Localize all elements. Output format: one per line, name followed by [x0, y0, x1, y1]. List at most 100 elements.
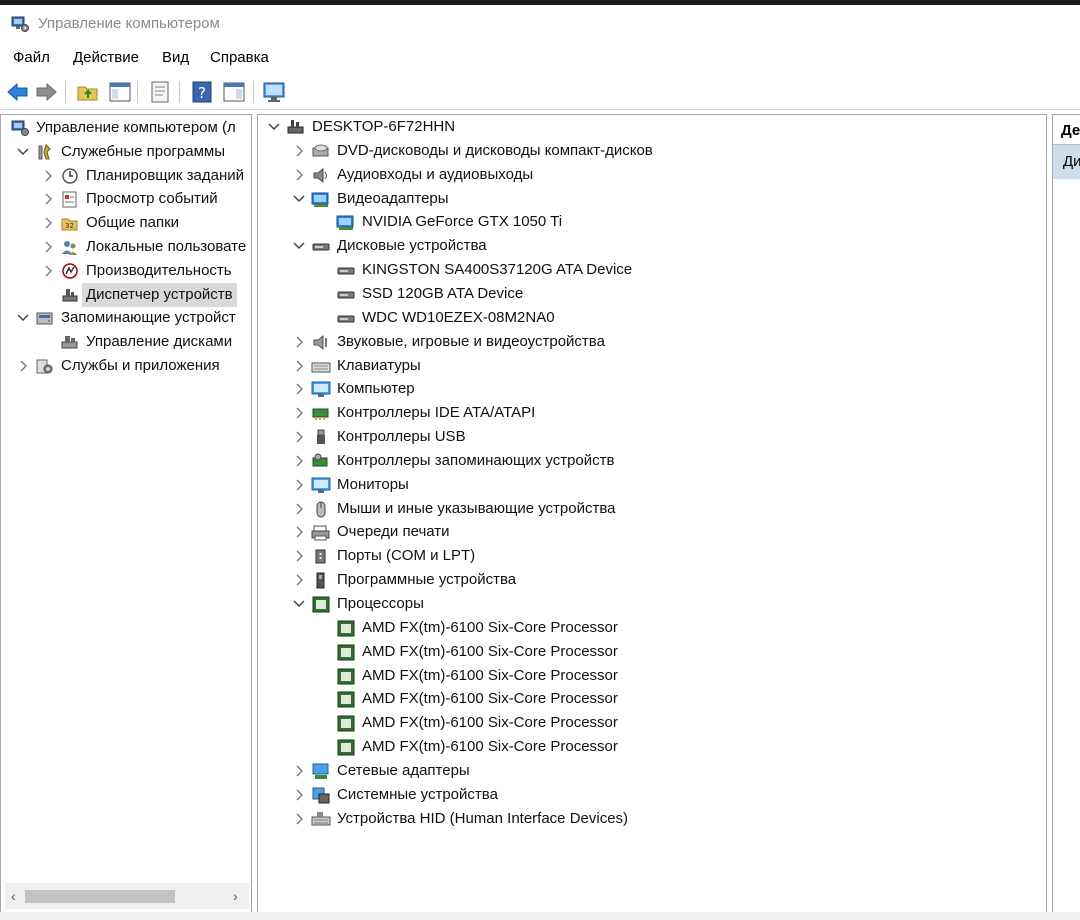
- device-manager-pane: DESKTOP-6F72HHN DVD-дисководы и дисководы…: [257, 114, 1047, 914]
- tree-item-label: KINGSTON SA400S37120G ATA Device: [362, 261, 633, 279]
- chevron-down-icon[interactable]: [292, 187, 306, 211]
- device-tree-item[interactable]: Мыши и иные указывающие устройства: [258, 497, 1046, 521]
- device-tree-item[interactable]: KINGSTON SA400S37120G ATA Device: [258, 258, 1046, 282]
- device-tree-item[interactable]: Системные устройства: [258, 783, 1046, 807]
- chevron-right-icon[interactable]: [292, 425, 306, 449]
- chevron-right-icon[interactable]: [292, 568, 306, 592]
- chevron-right-icon[interactable]: [41, 259, 55, 283]
- chevron-right-icon[interactable]: [292, 377, 306, 401]
- processor-icon: [336, 643, 356, 661]
- chevron-right-icon[interactable]: [292, 807, 306, 831]
- console-tree-item[interactable]: Управление дисками: [1, 330, 251, 354]
- device-tree-item[interactable]: WDC WD10EZEX-08M2NA0: [258, 306, 1046, 330]
- chevron-right-icon[interactable]: [41, 164, 55, 188]
- device-tree-item[interactable]: Звуковые, игровые и видеоустройства: [258, 330, 1046, 354]
- chevron-down-icon[interactable]: [16, 140, 30, 164]
- up-folder-icon[interactable]: [75, 79, 101, 105]
- device-tree-item[interactable]: Порты (COM и LPT): [258, 544, 1046, 568]
- scrollbar-thumb[interactable]: [25, 890, 175, 903]
- device-tree-item[interactable]: Сетевые адаптеры: [258, 759, 1046, 783]
- device-tree-item[interactable]: DVD-дисководы и дисководы компакт-дисков: [258, 139, 1046, 163]
- chevron-right-icon[interactable]: [292, 520, 306, 544]
- computer-mgmt-icon: [10, 119, 30, 137]
- console-tree-item[interactable]: Служебные программы: [1, 140, 251, 164]
- device-tree-item[interactable]: DESKTOP-6F72HHN: [258, 115, 1046, 139]
- device-tree-item[interactable]: AMD FX(tm)-6100 Six-Core Processor: [258, 640, 1046, 664]
- chevron-down-icon[interactable]: [16, 306, 30, 330]
- device-tree-item[interactable]: Процессоры: [258, 592, 1046, 616]
- device-tree-item[interactable]: AMD FX(tm)-6100 Six-Core Processor: [258, 664, 1046, 688]
- scroll-left-icon[interactable]: ‹: [11, 888, 16, 904]
- chevron-right-icon[interactable]: [292, 473, 306, 497]
- computer-tree-icon: [286, 118, 306, 136]
- device-tree-item[interactable]: Контроллеры USB: [258, 425, 1046, 449]
- menu-view[interactable]: Вид: [162, 49, 189, 66]
- chevron-right-icon[interactable]: [292, 401, 306, 425]
- console-tree-item[interactable]: Запоминающие устройст: [1, 306, 251, 330]
- device-tree-item[interactable]: AMD FX(tm)-6100 Six-Core Processor: [258, 687, 1046, 711]
- console-tree-item[interactable]: Службы и приложения: [1, 354, 251, 378]
- chevron-right-icon[interactable]: [292, 783, 306, 807]
- chevron-right-icon[interactable]: [16, 354, 30, 378]
- device-tree-item[interactable]: Контроллеры IDE ATA/ATAPI: [258, 401, 1046, 425]
- mouse-icon: [311, 500, 331, 518]
- device-tree-item[interactable]: Устройства HID (Human Interface Devices): [258, 807, 1046, 831]
- actions-item[interactable]: Ди: [1053, 145, 1080, 179]
- scroll-right-icon[interactable]: ›: [233, 888, 238, 904]
- device-tree-item[interactable]: AMD FX(tm)-6100 Six-Core Processor: [258, 711, 1046, 735]
- chevron-down-icon[interactable]: [267, 115, 281, 139]
- chevron-right-icon[interactable]: [292, 544, 306, 568]
- disk-drive-icon: [311, 237, 331, 255]
- device-tree-item[interactable]: Клавиатуры: [258, 354, 1046, 378]
- device-tree-item[interactable]: SSD 120GB ATA Device: [258, 282, 1046, 306]
- console-tree-item[interactable]: Производительность: [1, 259, 251, 283]
- display-adapter-icon: [336, 213, 356, 231]
- chevron-right-icon[interactable]: [41, 211, 55, 235]
- tree-item-label: DVD-дисководы и дисководы компакт-дисков: [337, 141, 653, 159]
- device-tree-item[interactable]: Дисковые устройства: [258, 234, 1046, 258]
- device-tree-item[interactable]: Компьютер: [258, 377, 1046, 401]
- device-tree-item[interactable]: Видеоадаптеры: [258, 187, 1046, 211]
- help-icon[interactable]: ?: [189, 79, 215, 105]
- tree-item-label: Дисковые устройства: [337, 237, 487, 255]
- chevron-right-icon[interactable]: [292, 497, 306, 521]
- device-tree-item[interactable]: AMD FX(tm)-6100 Six-Core Processor: [258, 616, 1046, 640]
- chevron-right-icon[interactable]: [292, 330, 306, 354]
- menu-action[interactable]: Действие: [73, 49, 139, 66]
- action-pane-icon[interactable]: [221, 79, 247, 105]
- console-tree-item[interactable]: 32 Общие папки: [1, 211, 251, 235]
- chevron-right-icon[interactable]: [292, 163, 306, 187]
- device-tree-item[interactable]: Мониторы: [258, 473, 1046, 497]
- console-tree-item[interactable]: Локальные пользовате: [1, 235, 251, 259]
- chevron-right-icon[interactable]: [292, 354, 306, 378]
- monitor-icon[interactable]: [261, 79, 287, 105]
- device-tree-item[interactable]: Контроллеры запоминающих устройств: [258, 449, 1046, 473]
- chevron-right-icon[interactable]: [41, 187, 55, 211]
- console-tree-item[interactable]: Диспетчер устройств: [1, 282, 251, 307]
- properties-icon[interactable]: [147, 79, 173, 105]
- device-tree-item[interactable]: Аудиовходы и аудиовыходы: [258, 163, 1046, 187]
- dvd-icon: [311, 142, 331, 160]
- chevron-right-icon[interactable]: [41, 235, 55, 259]
- console-tree-item[interactable]: Просмотр событий: [1, 187, 251, 211]
- menu-file[interactable]: Файл: [13, 49, 50, 66]
- forward-icon[interactable]: [33, 79, 59, 105]
- device-tree-item[interactable]: Очереди печати: [258, 520, 1046, 544]
- chevron-right-icon[interactable]: [292, 449, 306, 473]
- menu-help[interactable]: Справка: [210, 49, 269, 66]
- chevron-right-icon[interactable]: [292, 759, 306, 783]
- console-tree-item[interactable]: Управление компьютером (л: [1, 116, 251, 140]
- device-tree-item[interactable]: Программные устройства: [258, 568, 1046, 592]
- back-icon[interactable]: [5, 79, 31, 105]
- device-tree-item[interactable]: NVIDIA GeForce GTX 1050 Ti: [258, 210, 1046, 234]
- chevron-down-icon[interactable]: [292, 592, 306, 616]
- show-hide-tree-icon[interactable]: [107, 79, 133, 105]
- chevron-right-icon[interactable]: [292, 139, 306, 163]
- window-title: Управление компьютером: [38, 15, 220, 32]
- device-tree-item[interactable]: AMD FX(tm)-6100 Six-Core Processor: [258, 735, 1046, 759]
- processor-icon: [336, 690, 356, 708]
- computer-management-icon: [10, 14, 30, 38]
- horizontal-scrollbar[interactable]: ‹ ›: [5, 883, 249, 909]
- chevron-down-icon[interactable]: [292, 234, 306, 258]
- console-tree-item[interactable]: Планировщик заданий: [1, 164, 251, 188]
